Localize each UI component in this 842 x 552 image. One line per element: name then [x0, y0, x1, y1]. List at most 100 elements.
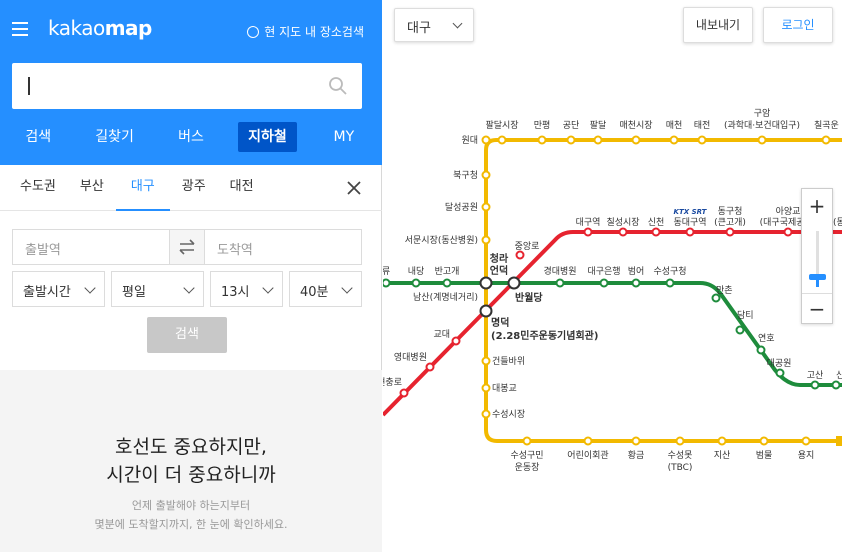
tab-bus[interactable]: 버스: [153, 122, 229, 154]
label-daegongwon: 대공원: [767, 358, 792, 369]
tab-subway-label: 지하철: [238, 122, 297, 152]
subway-map[interactable]: 팔달시장 만평 공단 팔달 매천시장 매천 태전 구암 (과학대·보건대입구) …: [383, 0, 842, 552]
station-dot: [783, 227, 793, 237]
kakaomap-logo[interactable]: kakaomap: [48, 16, 152, 40]
label-bukgucheong: 북구청: [453, 170, 478, 181]
station-dot: [631, 278, 641, 288]
city-tab-busan[interactable]: 부산: [68, 165, 116, 211]
label-donggucheong-sub: (큰고개): [714, 217, 746, 228]
hour-select[interactable]: 13시: [210, 271, 283, 307]
tab-bus-label: 버스: [178, 129, 204, 145]
city-tab-daegu[interactable]: 대구: [115, 165, 170, 211]
station-dot: [481, 383, 491, 393]
promo-panel: 호선도 중요하지만, 시간이 더 중요하니까 언제 출발해야 하는지부터 몇분에…: [0, 370, 382, 552]
line3-track: [484, 138, 840, 443]
label-cheongna-1: 청라: [490, 252, 509, 265]
station-dot: [759, 436, 769, 446]
station-dot: [831, 380, 841, 390]
tab-my-label: MY: [333, 129, 355, 145]
label-hyeonchungno: 현충로: [383, 377, 402, 388]
sidebar: kakaomap 현 지도 내 장소검색 검색 길찾기 버스 지하철 MY 수도…: [0, 0, 382, 552]
swap-button[interactable]: [169, 230, 205, 264]
label-sin-cut: 신: [836, 370, 842, 381]
tab-my[interactable]: MY: [306, 122, 382, 154]
time-options: 출발시간 평일 13시 40분: [12, 271, 362, 307]
label-seomun: 서문시장(동산병원): [405, 235, 478, 246]
label-bangogae: 반고개: [435, 266, 460, 277]
map-scope-toggle[interactable]: 현 지도 내 장소검색: [247, 23, 364, 40]
map-city-value: 대구: [407, 21, 431, 36]
label-maecheon: 매천: [666, 120, 683, 131]
chevron-down-icon: [84, 282, 96, 294]
city-tab-gwangju[interactable]: 광주: [170, 165, 218, 211]
label-chilseong: 칠성시장: [606, 217, 639, 228]
label-daebong: 대봉교: [492, 383, 517, 394]
minute-select[interactable]: 40분: [289, 271, 362, 307]
label-ktx-srt: KTX SRT: [674, 208, 708, 216]
tab-directions-label: 길찾기: [95, 129, 134, 145]
zoom-in-button[interactable]: +: [802, 191, 832, 221]
map-scope-label: 현 지도 내 장소검색: [264, 25, 364, 39]
station-dots: [383, 135, 841, 446]
station-dot: [425, 362, 435, 372]
station-dot: [481, 202, 491, 212]
destination-station-input[interactable]: 도착역: [205, 230, 361, 264]
label-sincheon: 신천: [648, 217, 665, 228]
label-geondeul: 건들바위: [492, 356, 525, 367]
label-guam: 구암: [754, 107, 771, 119]
station-dot: [522, 436, 532, 446]
line1-track: [383, 230, 842, 417]
subway-map-area[interactable]: 팔달시장 만평 공단 팔달 매천시장 매천 태전 구암 (과학대·보건대입구) …: [383, 0, 842, 552]
search-route-button[interactable]: 검색: [147, 317, 227, 353]
chevron-down-icon: [262, 282, 274, 294]
label-suseonggu: 수성구청: [653, 266, 686, 277]
export-button[interactable]: 내보내기: [683, 7, 753, 43]
zoom-out-button[interactable]: −: [802, 293, 832, 323]
label-paldal: 팔달: [590, 119, 607, 131]
label-beommul: 범물: [756, 450, 773, 461]
station-dot: [697, 135, 707, 145]
zoom-slider-handle[interactable]: [809, 273, 826, 280]
station-dot: [675, 436, 685, 446]
tab-directions[interactable]: 길찾기: [76, 122, 152, 154]
station-dot: [775, 368, 785, 378]
station-dot: [618, 227, 628, 237]
station-dot: [566, 135, 576, 145]
label-myeongdeok: 명덕: [491, 316, 509, 329]
label-yongji: 용지: [798, 450, 815, 461]
close-icon[interactable]: [346, 180, 362, 196]
promo-headline: 호선도 중요하지만, 시간이 더 중요하니까: [0, 433, 382, 489]
hamburger-menu-icon[interactable]: [12, 22, 28, 36]
label-ryu: 류: [383, 266, 390, 277]
day-type-value: 평일: [122, 285, 146, 300]
label-kyungpook-hospital: 경대병원: [543, 265, 576, 277]
label-yeongdae: 영대병원: [394, 352, 427, 363]
station-dot: [481, 170, 491, 180]
swap-arrows-icon: [179, 239, 195, 255]
station-dot: [801, 436, 811, 446]
label-yeonho: 연호: [758, 333, 775, 344]
city-tab-daejeon[interactable]: 대전: [218, 165, 266, 211]
chevron-down-icon: [341, 282, 353, 294]
label-ayang: 아양교: [776, 206, 801, 217]
map-city-select[interactable]: 대구: [394, 8, 474, 42]
label-manpyeong: 만평: [534, 120, 551, 131]
search-icon[interactable]: [328, 76, 348, 96]
login-button[interactable]: 로그인: [763, 7, 833, 43]
search-input[interactable]: [12, 63, 362, 109]
time-type-select[interactable]: 출발시간: [12, 271, 105, 307]
label-hwanggeum: 황금: [628, 450, 645, 461]
day-type-select[interactable]: 평일: [111, 271, 204, 307]
label-damti: 담티: [737, 309, 754, 321]
city-tab-capital[interactable]: 수도권: [8, 165, 68, 211]
label-maecheon-market: 매천시장: [619, 120, 652, 131]
tab-search[interactable]: 검색: [0, 122, 76, 154]
label-paldal-market: 팔달시장: [485, 119, 518, 131]
station-dot: [481, 409, 491, 419]
label-guam-sub: (과학대·보건대입구): [724, 119, 800, 131]
station-dot: [669, 135, 679, 145]
origin-station-input[interactable]: 출발역: [13, 230, 169, 264]
label-gosan: 고산: [807, 370, 824, 381]
tab-subway[interactable]: 지하철: [229, 122, 305, 154]
station-dot: [451, 336, 461, 346]
